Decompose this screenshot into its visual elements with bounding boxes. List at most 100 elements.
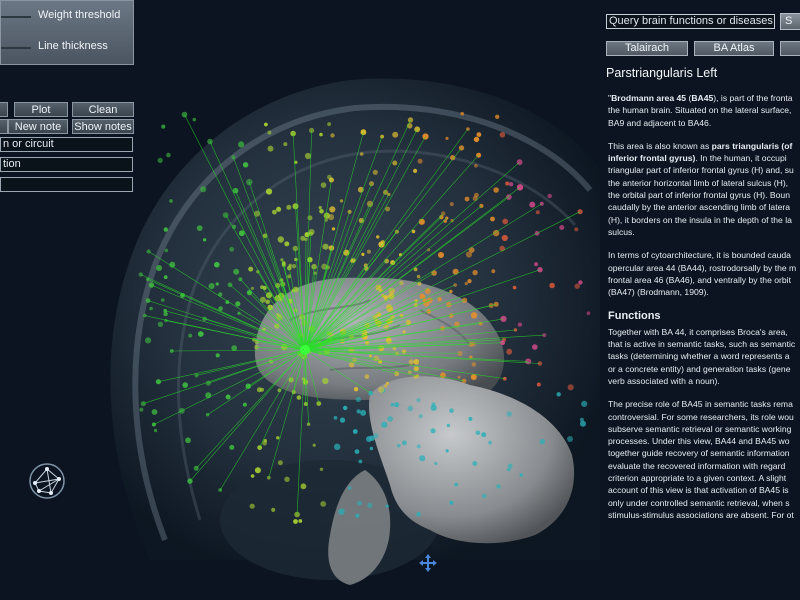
- connectome-node: [242, 402, 247, 407]
- connectome-node: [358, 459, 363, 464]
- tab-ba-atlas[interactable]: BA Atlas: [694, 41, 774, 56]
- connectome-node: [307, 215, 313, 221]
- connectome-node: [330, 133, 335, 138]
- search-input[interactable]: Query brain functions or diseases: [606, 14, 775, 29]
- connectome-node: [286, 204, 292, 210]
- line-thickness-slider[interactable]: Line thickness: [1, 39, 135, 57]
- seed-region-node[interactable]: [300, 345, 310, 355]
- connectome-node: [308, 228, 315, 235]
- connectome-node: [283, 142, 288, 147]
- connectome-node: [215, 282, 219, 286]
- tab-more[interactable]: [780, 41, 800, 56]
- connectome-node: [318, 206, 322, 210]
- connectome-node: [354, 449, 360, 454]
- connectome-node: [394, 402, 400, 408]
- connectome-node: [225, 394, 231, 400]
- connectome-node: [353, 387, 359, 392]
- clean-button[interactable]: Clean: [72, 102, 134, 117]
- connectome-node: [242, 162, 249, 168]
- connectome-node: [233, 268, 240, 275]
- text-run: only under controlled semantic retrieval…: [608, 497, 790, 508]
- search-button[interactable]: S: [780, 13, 800, 30]
- connectome-node: [231, 155, 236, 160]
- connectome-node: [163, 227, 168, 232]
- connectome-node: [468, 416, 473, 421]
- connectome-node: [472, 269, 478, 276]
- connectome-node: [413, 366, 419, 372]
- connectome-node: [413, 168, 418, 173]
- connectome-node: [277, 236, 284, 243]
- extra-input[interactable]: [0, 177, 133, 192]
- connectome-node: [319, 467, 324, 471]
- connectome-node: [368, 354, 373, 358]
- connectome-node: [347, 209, 352, 214]
- connectome-node: [493, 187, 499, 193]
- connectome-node: [145, 337, 152, 344]
- paragraph-5: The precise role of BA45 in semantic tas…: [608, 398, 800, 521]
- connectome-node: [465, 251, 473, 258]
- text-run: the human brain. Situated on the lateral…: [608, 105, 792, 116]
- threshold-control-panel: Weight threshold Line thickness: [0, 0, 134, 65]
- connectome-node: [416, 444, 421, 449]
- connectome-node: [532, 344, 538, 350]
- move-cross-icon[interactable]: [418, 553, 438, 573]
- connectome-node: [559, 225, 565, 230]
- region-description: "Brodmann area 45 (BA45), is part of the…: [608, 92, 800, 532]
- connectome-node: [470, 312, 478, 319]
- connectome-node: [366, 436, 372, 442]
- connectome-node: [339, 417, 346, 423]
- connectome-node: [457, 375, 461, 379]
- connectome-node: [472, 196, 478, 201]
- paragraph-3: In terms of cytoarchitecture, it is boun…: [608, 249, 800, 298]
- tab-talairach[interactable]: Talairach: [606, 41, 688, 56]
- text-run: Brodmann area 45: [611, 93, 687, 103]
- connectome-node: [192, 117, 197, 122]
- connectome-node: [319, 132, 323, 137]
- network-logo-icon[interactable]: [27, 461, 67, 501]
- connectome-node: [416, 274, 421, 279]
- line-thickness-label: Line thickness: [38, 40, 108, 52]
- connectome-node: [264, 122, 268, 127]
- function-input[interactable]: tion: [0, 157, 133, 172]
- connectome-node: [430, 404, 437, 411]
- connectome-node: [386, 305, 394, 313]
- paragraph-4: Together with BA 44, it comprises Broca'…: [608, 326, 800, 387]
- connectome-node: [367, 502, 373, 508]
- connectome-node: [418, 414, 423, 419]
- connectome-node: [471, 362, 476, 367]
- connectome-node: [161, 298, 165, 302]
- text-run: The precise role of BA45 in semantic tas…: [608, 399, 793, 410]
- plot-button[interactable]: Plot: [14, 102, 68, 117]
- left-edge-button[interactable]: [0, 119, 8, 134]
- connectome-node: [506, 411, 512, 417]
- connectome-node: [567, 436, 573, 442]
- connectome-node: [188, 333, 193, 338]
- connectome-node: [328, 245, 335, 251]
- connectome-node: [250, 286, 254, 290]
- connectome-node: [366, 249, 371, 254]
- connectome-node: [506, 348, 513, 355]
- connectome-node: [376, 235, 380, 239]
- text-run: opercular area 44 (BA44), rostrodorsally…: [608, 262, 797, 273]
- connectome-node: [507, 463, 513, 469]
- region-circuit-input[interactable]: n or circuit: [0, 137, 133, 152]
- connectome-node: [381, 421, 388, 428]
- connectome-node: [272, 209, 277, 215]
- connectome-node: [407, 405, 414, 412]
- left-edge-button[interactable]: [0, 102, 8, 117]
- connectome-node: [262, 440, 267, 446]
- connectome-node: [166, 152, 171, 158]
- slider-track[interactable]: [1, 47, 31, 49]
- slider-track[interactable]: [1, 16, 31, 18]
- text-run: frontal area 46 (BA46), and ventrally by…: [608, 274, 791, 285]
- new-note-button[interactable]: New note: [8, 119, 68, 134]
- text-run: This area is also known as: [608, 140, 712, 151]
- connectome-node: [467, 279, 472, 284]
- text-run: verb associated with a noun).: [608, 375, 720, 386]
- text-run: criterion appropriate to a given context…: [608, 473, 787, 484]
- show-notes-button[interactable]: Show notes: [72, 119, 134, 134]
- connectome-node: [387, 416, 393, 422]
- connectome-node: [476, 132, 482, 138]
- connectome-node: [507, 467, 511, 472]
- weight-threshold-slider[interactable]: Weight threshold: [1, 8, 135, 26]
